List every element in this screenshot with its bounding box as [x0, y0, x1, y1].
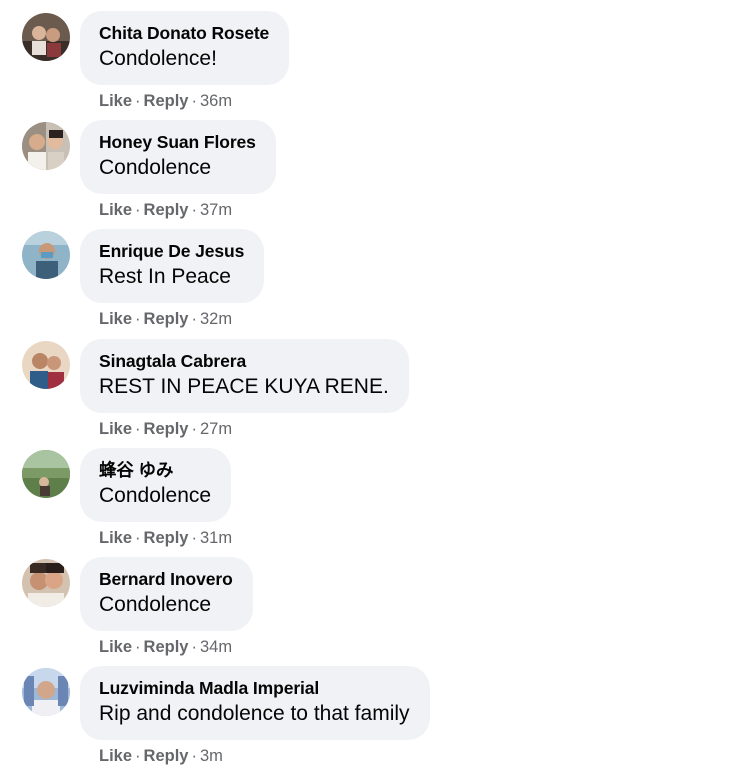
- avatar[interactable]: [22, 341, 70, 389]
- comment-author[interactable]: Chita Donato Rosete: [99, 22, 269, 44]
- comment-bubble: Sinagtala Cabrera REST IN PEACE KUYA REN…: [80, 339, 409, 413]
- reply-button[interactable]: Reply: [144, 201, 189, 219]
- like-button[interactable]: Like: [99, 201, 132, 219]
- comment-bubble: 蜂谷 ゆみ Condolence: [80, 448, 232, 522]
- comment-actions: Like · Reply · 36m: [99, 91, 232, 111]
- like-button[interactable]: Like: [99, 310, 132, 328]
- separator-dot: ·: [191, 638, 197, 656]
- comment-actions: Like · Reply · 3m: [99, 746, 223, 766]
- like-button[interactable]: Like: [99, 92, 132, 110]
- comment-text: REST IN PEACE KUYA RENE.: [99, 375, 389, 398]
- comment-author[interactable]: Luzviminda Madla Imperial: [99, 677, 410, 699]
- comment-actions: Like · Reply · 27m: [99, 419, 232, 439]
- separator-dot: ·: [191, 747, 197, 765]
- separator-dot: ·: [135, 201, 141, 219]
- comment-bubble: Enrique De Jesus Rest In Peace: [80, 229, 265, 303]
- comment-bubble: Bernard Inovero Condolence: [80, 557, 253, 631]
- comment-text: Rest In Peace: [99, 265, 231, 288]
- reply-button[interactable]: Reply: [144, 529, 189, 547]
- separator-dot: ·: [135, 420, 141, 438]
- reply-button[interactable]: Reply: [144, 747, 189, 765]
- comment-text: Rip and condolence to that family: [99, 702, 410, 725]
- comment-text: Condolence: [99, 156, 212, 179]
- comment-timestamp[interactable]: 31m: [200, 529, 232, 547]
- comment-author[interactable]: Bernard Inovero: [99, 568, 233, 590]
- reply-button[interactable]: Reply: [144, 92, 189, 110]
- comment-timestamp[interactable]: 36m: [200, 92, 232, 110]
- comment-text: Condolence: [99, 593, 212, 616]
- separator-dot: ·: [135, 529, 141, 547]
- like-button[interactable]: Like: [99, 747, 132, 765]
- separator-dot: ·: [191, 310, 197, 328]
- comment-author[interactable]: 蜂谷 ゆみ: [99, 459, 211, 481]
- reply-button[interactable]: Reply: [144, 638, 189, 656]
- comment-timestamp[interactable]: 3m: [200, 747, 223, 765]
- avatar[interactable]: [22, 122, 70, 170]
- comment-actions: Like · Reply · 31m: [99, 528, 232, 548]
- separator-dot: ·: [135, 747, 141, 765]
- comment-bubble: Luzviminda Madla Imperial Rip and condol…: [80, 666, 430, 740]
- avatar[interactable]: [22, 668, 70, 716]
- comment-timestamp[interactable]: 34m: [200, 638, 232, 656]
- comment-actions: Like · Reply · 34m: [99, 637, 232, 657]
- separator-dot: ·: [191, 201, 197, 219]
- reply-button[interactable]: Reply: [144, 310, 189, 328]
- comment-bubble: Chita Donato Rosete Condolence!: [80, 11, 290, 85]
- like-button[interactable]: Like: [99, 638, 132, 656]
- separator-dot: ·: [191, 420, 197, 438]
- separator-dot: ·: [135, 92, 141, 110]
- comment-actions: Like · Reply · 37m: [99, 200, 232, 220]
- avatar[interactable]: [22, 559, 70, 607]
- comment-timestamp[interactable]: 37m: [200, 201, 232, 219]
- comment-actions: Like · Reply · 32m: [99, 309, 232, 329]
- comment-timestamp[interactable]: 32m: [200, 310, 232, 328]
- separator-dot: ·: [135, 310, 141, 328]
- like-button[interactable]: Like: [99, 529, 132, 547]
- avatar[interactable]: [22, 450, 70, 498]
- separator-dot: ·: [191, 92, 197, 110]
- comment-timestamp[interactable]: 27m: [200, 420, 232, 438]
- comment-author[interactable]: Honey Suan Flores: [99, 131, 256, 153]
- separator-dot: ·: [135, 638, 141, 656]
- avatar[interactable]: [22, 231, 70, 279]
- comment-text: Condolence!: [99, 47, 217, 70]
- separator-dot: ·: [191, 529, 197, 547]
- comment-author[interactable]: Enrique De Jesus: [99, 240, 244, 262]
- comment-bubble: Honey Suan Flores Condolence: [80, 120, 276, 194]
- comment-text: Condolence: [99, 484, 212, 507]
- like-button[interactable]: Like: [99, 420, 132, 438]
- comment-author[interactable]: Sinagtala Cabrera: [99, 350, 389, 372]
- avatar[interactable]: [22, 13, 70, 61]
- reply-button[interactable]: Reply: [144, 420, 189, 438]
